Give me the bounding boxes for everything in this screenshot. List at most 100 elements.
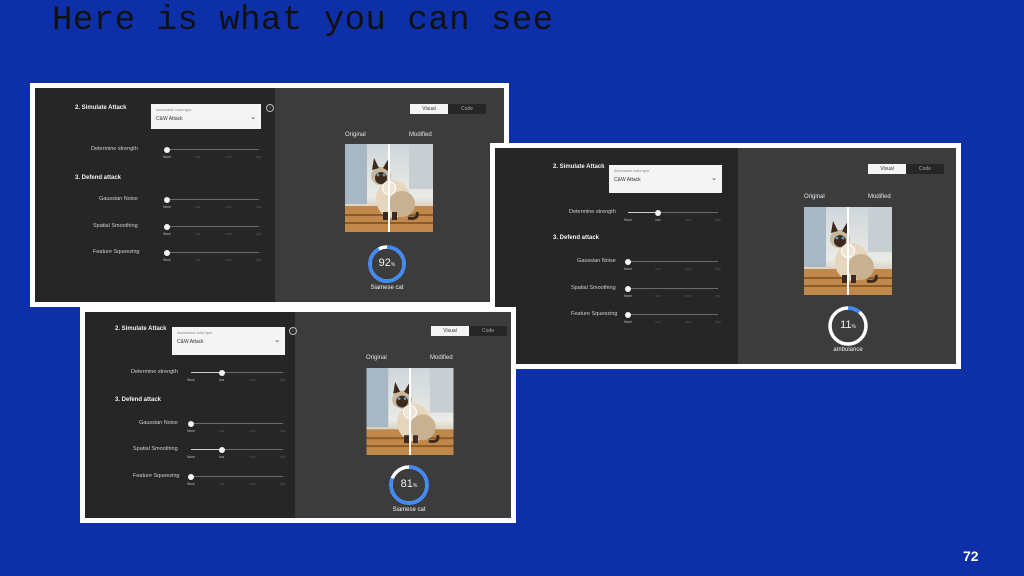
gaussian-noise-slider[interactable]: None low med high (163, 195, 262, 209)
info-icon[interactable]: i (289, 327, 297, 335)
spatial-smoothing-slider[interactable]: None low med high (187, 445, 286, 459)
demo-screenshot-2: 2. Simulate Attack Adversarial noise typ… (490, 143, 961, 369)
dropdown-placeholder: Adversarial noise type (614, 169, 650, 173)
tick-label: med (225, 232, 232, 236)
slider-thumb[interactable] (625, 311, 631, 318)
noise-type-dropdown[interactable]: Adversarial noise type C&W Attack ⌄ (609, 165, 722, 193)
section-simulate-attack: 2. Simulate Attack (115, 326, 167, 332)
compare-handle-icon[interactable] (841, 244, 855, 258)
noise-type-dropdown[interactable]: Adversarial noise type C&W Attack ⌄ (151, 104, 261, 129)
tick-label: None (162, 232, 172, 236)
comparison-image (804, 207, 892, 295)
tick-label: med (684, 218, 692, 222)
page-number: 72 (963, 548, 979, 564)
tick-label: None (186, 482, 196, 486)
modified-label: Modified (430, 355, 453, 361)
gaussian-noise-slider[interactable]: None low med high (187, 419, 286, 433)
tick-label: med (225, 205, 232, 209)
tick-label: low (219, 455, 225, 459)
tick-label: None (186, 455, 196, 459)
tick-label: low (195, 155, 201, 159)
tick-label: low (655, 294, 661, 298)
slider-thumb[interactable] (218, 369, 225, 376)
slider-thumb[interactable] (164, 196, 170, 203)
feature-squeezing-label: Feature Squeezing (571, 311, 618, 317)
slider-thumb[interactable] (655, 209, 661, 216)
spatial-smoothing-slider[interactable]: None low med high (624, 284, 721, 298)
compare-handle-icon[interactable] (403, 404, 417, 419)
dropdown-value: C&W Attack (177, 339, 204, 345)
feature-squeezing-slider[interactable]: None low med high (163, 248, 262, 262)
strength-slider[interactable]: None low med high (187, 368, 286, 382)
feature-squeezing-slider[interactable]: None low med high (187, 472, 286, 486)
tick-label: low (195, 258, 201, 262)
tick-label: med (249, 455, 256, 459)
section-simulate-attack: 2. Simulate Attack (553, 164, 605, 170)
noise-type-dropdown[interactable]: Adversarial noise type C&W Attack ⌄ (172, 327, 285, 355)
tick-label: med (684, 294, 692, 298)
chevron-down-icon: ⌄ (711, 175, 717, 182)
original-label: Original (345, 132, 366, 138)
slider-thumb[interactable] (188, 473, 194, 480)
tick-label: med (249, 482, 256, 486)
slider-thumb[interactable] (218, 446, 225, 453)
tab-code[interactable]: Code (906, 164, 944, 174)
info-icon[interactable]: i (266, 104, 274, 112)
tick-label: high (255, 232, 263, 236)
slider-thumb[interactable] (188, 420, 194, 427)
tick-label: high (714, 294, 722, 298)
tick-label: low (195, 232, 201, 236)
section-defend-attack: 3. Defend attack (553, 235, 600, 241)
spatial-smoothing-label: Spatial Smoothing (133, 446, 178, 452)
tick-label: med (684, 320, 692, 324)
confidence-value: 81% (400, 478, 418, 490)
gaussian-noise-slider[interactable]: None low med high (624, 257, 721, 271)
view-toggle: Visual Code (410, 104, 486, 114)
tick-label: high (279, 455, 287, 459)
determine-strength-label: Determine strength (131, 369, 178, 375)
original-label: Original (804, 194, 825, 200)
gaussian-noise-label: Gaussian Noise (99, 196, 138, 202)
feature-squeezing-label: Feature Squeezing (93, 249, 140, 255)
section-defend-attack: 3. Defend attack (115, 397, 162, 403)
tick-label: low (655, 218, 661, 222)
determine-strength-label: Determine strength (91, 146, 138, 152)
tick-label: None (186, 378, 196, 382)
original-label: Original (366, 355, 387, 361)
tick-label: med (249, 429, 256, 433)
slider-thumb[interactable] (164, 249, 170, 256)
prediction-label: ambulance (833, 347, 863, 353)
dropdown-placeholder: Adversarial noise type (177, 331, 213, 335)
tick-label: high (255, 205, 263, 209)
feature-squeezing-slider[interactable]: None low med high (624, 310, 721, 324)
tab-visual[interactable]: Visual (410, 104, 448, 114)
tick-label: None (162, 155, 172, 159)
strength-slider[interactable]: None low med high (624, 208, 721, 222)
spatial-smoothing-label: Spatial Smoothing (93, 223, 138, 229)
tab-visual[interactable]: Visual (868, 164, 906, 174)
tick-label: high (279, 378, 287, 382)
tab-code[interactable]: Code (469, 326, 507, 336)
strength-slider[interactable]: None low med high (163, 145, 262, 159)
slider-thumb[interactable] (625, 258, 631, 265)
gaussian-noise-label: Gaussian Noise (577, 258, 616, 264)
spatial-smoothing-slider[interactable]: None low med high (163, 222, 262, 236)
tick-label: low (219, 482, 225, 486)
confidence-value: 92% (378, 257, 396, 269)
tick-label: high (714, 218, 722, 222)
tab-code[interactable]: Code (448, 104, 486, 114)
tick-label: high (714, 320, 722, 324)
compare-handle-icon[interactable] (382, 181, 396, 195)
feature-squeezing-label: Feature Squeezing (133, 473, 180, 479)
slider-thumb[interactable] (625, 285, 631, 292)
confidence-value: 11% (840, 319, 856, 331)
tick-label: high (255, 155, 263, 159)
slider-thumb[interactable] (164, 146, 170, 153)
tick-label: high (279, 482, 287, 486)
tab-visual[interactable]: Visual (431, 326, 469, 336)
section-simulate-attack: 2. Simulate Attack (75, 105, 127, 111)
determine-strength-label: Determine strength (569, 209, 616, 215)
modified-label: Modified (409, 132, 432, 138)
tick-label: None (162, 205, 172, 209)
slider-thumb[interactable] (164, 223, 170, 230)
